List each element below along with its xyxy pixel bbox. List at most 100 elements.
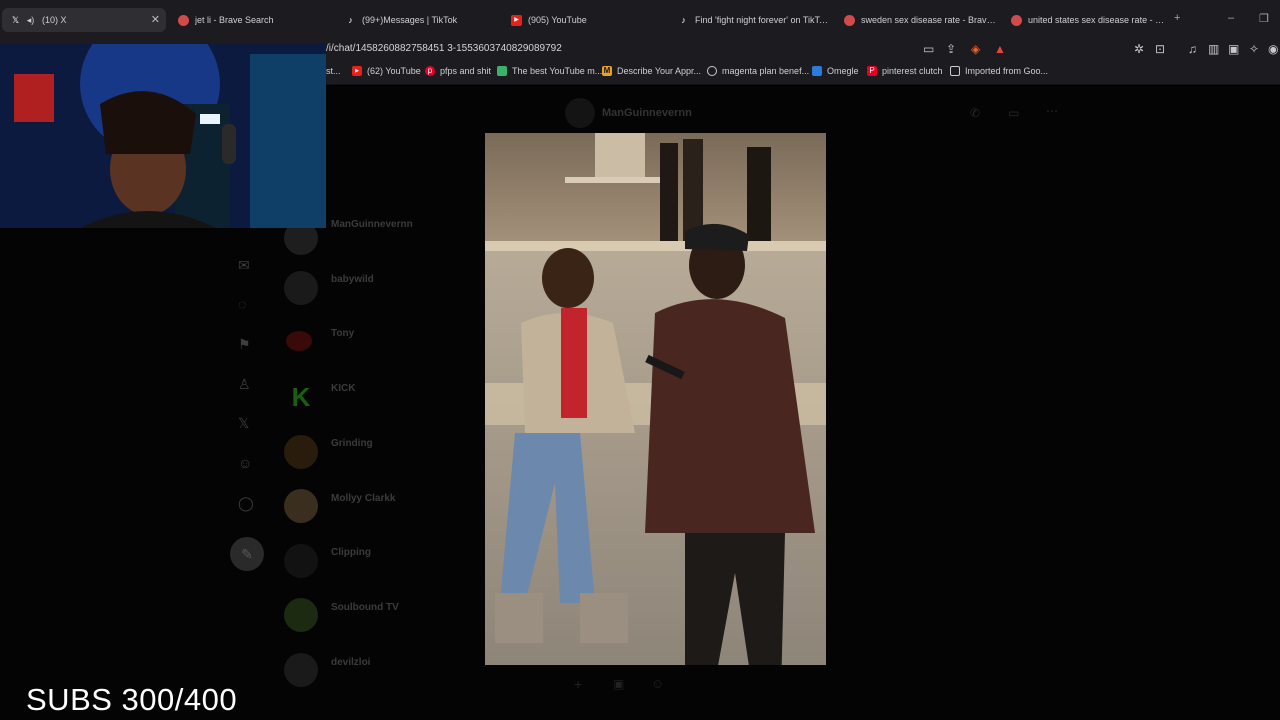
bookmark-icon: M bbox=[602, 66, 612, 76]
profile-icon[interactable]: ◉ bbox=[1268, 42, 1278, 56]
omegle-icon bbox=[812, 66, 822, 76]
bookmark-imported-folder[interactable]: Imported from Goo... bbox=[950, 66, 1048, 76]
conversation-name[interactable]: babywild bbox=[331, 274, 374, 285]
url-text[interactable]: /i/chat/1458260882758451 3-1553603740829… bbox=[326, 43, 562, 54]
avatar[interactable] bbox=[284, 653, 318, 687]
tab-tiktok-messages[interactable]: ♪ (99+)Messages | TikTok bbox=[337, 8, 497, 32]
tab-youtube[interactable]: ▶ (905) YouTube bbox=[503, 8, 663, 32]
bookmark-label: st... bbox=[326, 66, 341, 76]
brave-search-icon bbox=[1011, 14, 1022, 26]
close-tab-icon[interactable]: ✕ bbox=[151, 13, 160, 26]
brave-rewards-icon[interactable]: ▲ bbox=[994, 42, 1006, 56]
bookmark-omegle[interactable]: Omegle bbox=[812, 66, 859, 76]
brave-search-icon bbox=[844, 14, 855, 26]
call-icon[interactable]: ✆ bbox=[970, 106, 980, 120]
bookmark-magenta[interactable]: magenta plan benef... bbox=[707, 66, 809, 76]
tab-title: (905) YouTube bbox=[528, 15, 587, 25]
conversation-name[interactable]: Grinding bbox=[331, 438, 373, 449]
tab-title: (10) X bbox=[42, 15, 67, 25]
premium-x-nav-icon[interactable]: 𝕏 bbox=[238, 415, 249, 432]
leo-ai-icon[interactable]: ✧ bbox=[1249, 42, 1259, 56]
tab-title: jet li - Brave Search bbox=[195, 15, 274, 25]
add-attachment-icon[interactable]: + bbox=[574, 676, 582, 692]
tab-title: (99+)Messages | TikTok bbox=[362, 15, 458, 25]
more-options-icon[interactable]: ⋯ bbox=[1046, 104, 1058, 118]
youtube-icon: ▶ bbox=[511, 14, 522, 26]
emoji-icon[interactable]: ☺ bbox=[651, 676, 664, 691]
conversation-name[interactable]: Clipping bbox=[331, 547, 371, 558]
bookmark-best-youtube[interactable]: The best YouTube m... bbox=[497, 66, 602, 76]
bookmarks-nav-icon[interactable]: ⚑ bbox=[238, 336, 251, 353]
tab-tiktok-search[interactable]: ♪ Find 'fight night forever' on TikTok | bbox=[670, 8, 830, 32]
avatar[interactable] bbox=[284, 489, 318, 523]
avatar[interactable] bbox=[284, 435, 318, 469]
bookmark-describe[interactable]: M Describe Your Appr... bbox=[602, 66, 701, 76]
avatar[interactable] bbox=[286, 331, 312, 351]
tiktok-icon: ♪ bbox=[681, 14, 686, 25]
x-logo-icon: 𝕏 bbox=[11, 14, 20, 25]
grok-nav-icon[interactable]: ◌ bbox=[238, 296, 246, 312]
bookmark-label: Describe Your Appr... bbox=[617, 66, 702, 76]
wallet-icon[interactable]: ▣ bbox=[1228, 42, 1239, 56]
tab-strip: 𝕏 ◂) (10) X ✕ jet li - Brave Search ♪ (9… bbox=[0, 0, 1280, 40]
share-icon[interactable]: ⇪ bbox=[946, 42, 956, 56]
conversation-name[interactable]: ManGuinnevernn bbox=[331, 219, 413, 230]
bookmark-item[interactable]: st... bbox=[326, 66, 341, 76]
bookmark-icon bbox=[497, 66, 507, 76]
bookmark-pinterest-clutch[interactable]: P pinterest clutch bbox=[867, 66, 943, 76]
conversation-name[interactable]: devilzloi bbox=[331, 657, 370, 668]
compose-post-button[interactable]: ✎ bbox=[230, 537, 264, 571]
tab-x[interactable]: 𝕏 ◂) (10) X ✕ bbox=[2, 8, 166, 32]
more-nav-icon[interactable]: ◯ bbox=[238, 495, 254, 512]
jobs-nav-icon[interactable]: ♙ bbox=[238, 376, 251, 393]
minimize-icon[interactable]: – bbox=[1228, 12, 1234, 24]
brave-search-icon bbox=[178, 14, 189, 26]
conversation-name[interactable]: KICK bbox=[331, 383, 355, 394]
video-call-icon[interactable]: ▭ bbox=[1008, 106, 1019, 120]
webcam-feed bbox=[0, 44, 326, 228]
bookmark-label: (62) YouTube bbox=[367, 66, 421, 76]
screenshot-icon[interactable]: ⊡ bbox=[1155, 42, 1165, 56]
avatar[interactable] bbox=[284, 544, 318, 578]
tab-title: sweden sex disease rate - Brave Search bbox=[861, 15, 996, 25]
sidebar-icon[interactable]: ▥ bbox=[1208, 42, 1219, 56]
bookmark-pfps[interactable]: p pfps and shit bbox=[425, 66, 491, 76]
chat-header-name: ManGuinnevernn bbox=[602, 107, 692, 119]
tab-brave-search-jet-li[interactable]: jet li - Brave Search bbox=[170, 8, 330, 32]
tab-brave-search-us[interactable]: united states sex disease rate - Brave bbox=[1003, 8, 1165, 32]
messages-nav-icon[interactable]: ✉ bbox=[238, 257, 250, 274]
search-icon bbox=[707, 66, 717, 76]
bookmark-label: Omegle bbox=[827, 66, 859, 76]
conversation-name[interactable]: Mollyy Clarkk bbox=[331, 493, 395, 504]
tab-title: Find 'fight night forever' on TikTok | bbox=[695, 15, 830, 25]
avatar[interactable] bbox=[284, 598, 318, 632]
cast-icon[interactable]: ▭ bbox=[923, 42, 934, 56]
speaker-icon[interactable]: ◂) bbox=[25, 15, 36, 26]
restore-icon[interactable]: ❐ bbox=[1259, 12, 1269, 25]
tab-brave-search-sweden[interactable]: sweden sex disease rate - Brave Search bbox=[836, 8, 996, 32]
avatar[interactable] bbox=[284, 271, 318, 305]
brave-shields-icon[interactable]: ◈ bbox=[971, 42, 980, 56]
subs-goal-text: SUBS 300/400 bbox=[26, 682, 238, 717]
video-frame bbox=[485, 133, 826, 665]
tab-title: united states sex disease rate - Brave bbox=[1028, 15, 1165, 25]
bookmark-label: Imported from Goo... bbox=[965, 66, 1049, 76]
extensions-icon[interactable]: ✲ bbox=[1134, 42, 1144, 56]
profile-nav-icon[interactable]: ☺ bbox=[238, 455, 252, 471]
music-icon[interactable]: ♫ bbox=[1188, 42, 1197, 56]
video-player[interactable] bbox=[485, 133, 826, 665]
gif-icon[interactable]: ▣ bbox=[613, 677, 624, 691]
avatar bbox=[565, 98, 595, 128]
tiktok-icon: ♪ bbox=[348, 14, 353, 25]
new-tab-icon[interactable]: + bbox=[1174, 12, 1180, 24]
conversation-name[interactable]: Tony bbox=[331, 328, 354, 339]
folder-icon bbox=[950, 66, 960, 76]
kick-logo-icon[interactable]: K bbox=[284, 380, 318, 414]
bookmark-label: pinterest clutch bbox=[882, 66, 943, 76]
conversation-name[interactable]: Soulbound TV bbox=[331, 602, 399, 613]
pinterest-icon: P bbox=[867, 66, 877, 76]
bookmark-youtube[interactable]: ▶ (62) YouTube bbox=[352, 66, 421, 76]
pinterest-icon: p bbox=[425, 66, 435, 76]
webcam-overlay bbox=[0, 44, 326, 228]
bookmark-label: pfps and shit bbox=[440, 66, 492, 76]
